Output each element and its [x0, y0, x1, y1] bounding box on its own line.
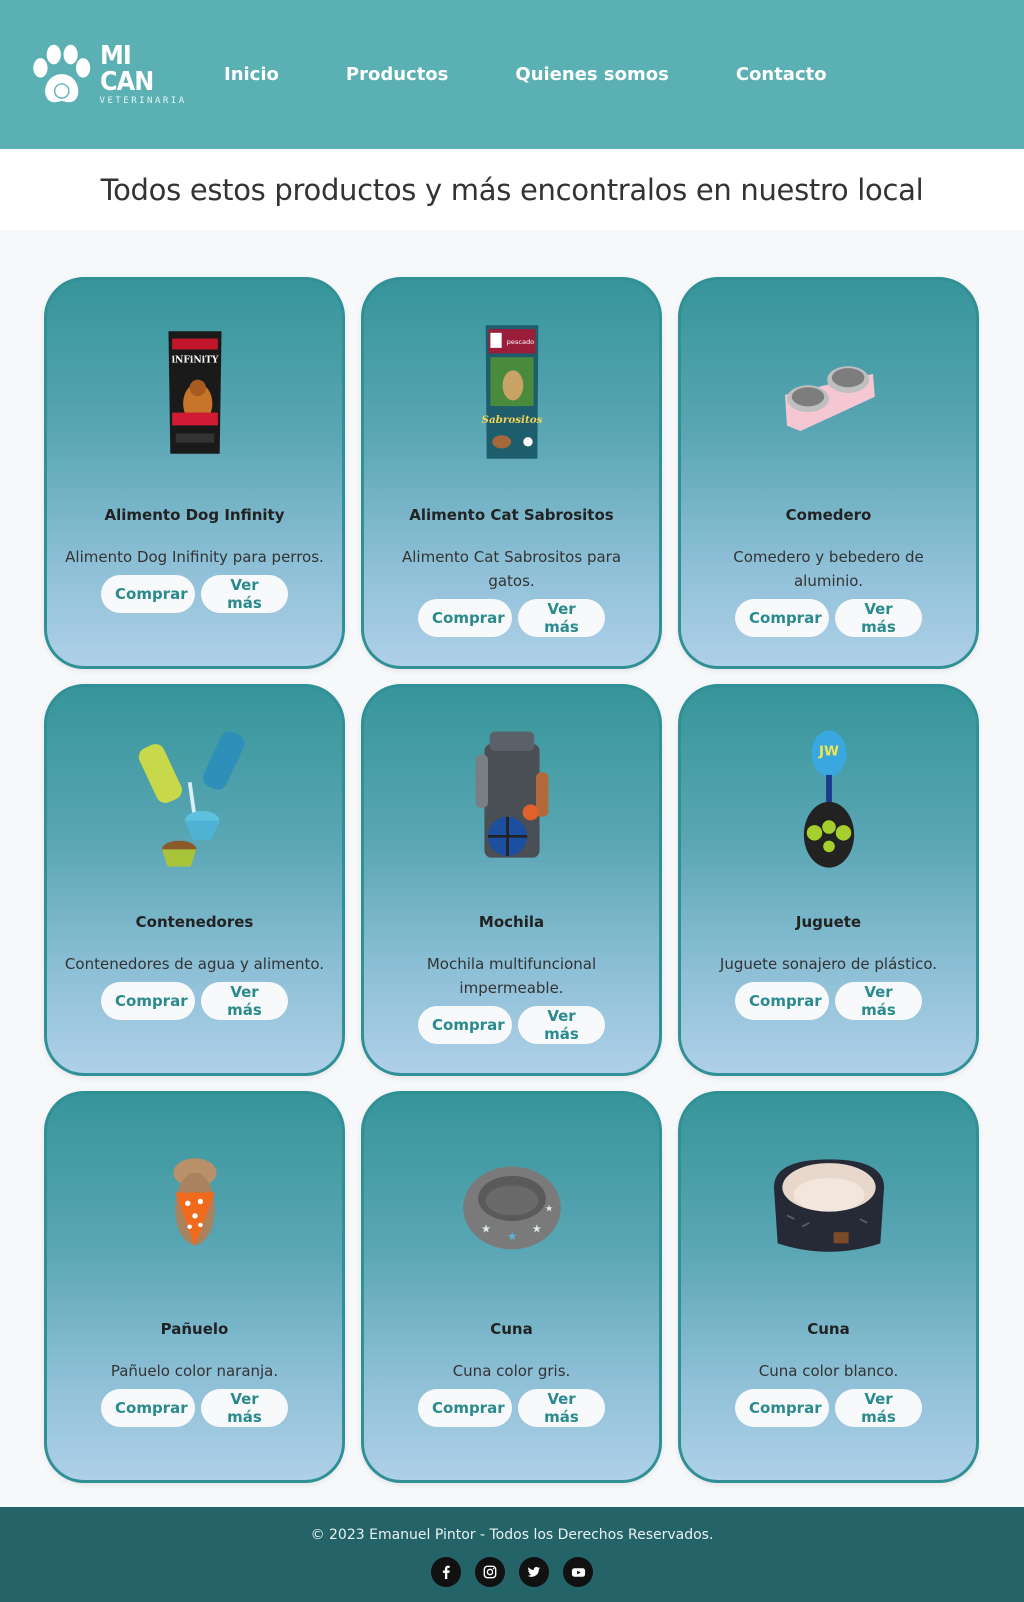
- product-title: Cuna: [490, 1320, 533, 1338]
- product-title: Contenedores: [135, 913, 254, 931]
- see-more-button[interactable]: Ver más: [835, 1389, 922, 1427]
- product-description: Cuna color gris.: [452, 1362, 571, 1380]
- svg-text:★: ★: [531, 1222, 541, 1235]
- nav-contacto[interactable]: Contacto: [736, 64, 827, 85]
- product-description: Comedero y bebedero de aluminio.: [733, 548, 924, 590]
- product-card: Pañuelo Pañuelo color naranja. Comprar V…: [44, 1091, 345, 1483]
- facebook-icon[interactable]: [431, 1557, 461, 1587]
- buy-button[interactable]: Comprar: [735, 599, 829, 637]
- gray-bed-icon: ★ ★ ★ ★: [432, 1128, 592, 1283]
- see-more-button[interactable]: Ver más: [201, 1389, 288, 1427]
- page-title: Todos estos productos y más encontralos …: [100, 172, 924, 207]
- header: MI CAN VETERINARIA Inicio Productos Quie…: [0, 0, 1024, 149]
- product-card: pescado Sabrositos Alimento Cat Sabrosit…: [361, 277, 662, 669]
- svg-text:★: ★: [544, 1203, 552, 1214]
- product-card: ★ ★ ★ ★ Cuna Cuna color gris. Comprar Ve…: [361, 1091, 662, 1483]
- product-card: Comedero Comedero y bebedero de aluminio…: [678, 277, 979, 669]
- product-grid: iNFiNiTY Alimento Dog Infinity Alimento …: [44, 277, 979, 1483]
- double-bowl-icon: [749, 314, 909, 469]
- product-description: Alimento Dog Inifinity para perros.: [65, 548, 324, 566]
- nav-quienes-somos[interactable]: Quienes somos: [515, 64, 668, 85]
- backpack-icon: [432, 721, 592, 876]
- twitter-icon[interactable]: [519, 1557, 549, 1587]
- svg-text:iNFiNiTY: iNFiNiTY: [171, 354, 218, 365]
- brand-tagline: VETERINARIA: [99, 96, 187, 106]
- see-more-button[interactable]: Ver más: [201, 575, 288, 613]
- instagram-icon[interactable]: [475, 1557, 505, 1587]
- see-more-button[interactable]: Ver más: [201, 982, 288, 1020]
- product-card: iNFiNiTY Alimento Dog Infinity Alimento …: [44, 277, 345, 669]
- product-card: Cuna Cuna color blanco. Comprar Ver más: [678, 1091, 979, 1483]
- buy-button[interactable]: Comprar: [735, 1389, 829, 1427]
- footer: © 2023 Emanuel Pintor - Todos los Derech…: [0, 1507, 1024, 1602]
- product-description: Mochila multifuncional impermeable.: [426, 955, 597, 997]
- main-nav: Inicio Productos Quienes somos Contacto: [224, 64, 894, 85]
- svg-text:★: ★: [507, 1229, 517, 1242]
- dog-food-bag-icon: iNFiNiTY: [115, 314, 275, 469]
- buy-button[interactable]: Comprar: [101, 1389, 195, 1427]
- containers-icon: [115, 721, 275, 876]
- white-bed-icon: [749, 1128, 909, 1283]
- nav-inicio[interactable]: Inicio: [224, 64, 279, 85]
- see-more-button[interactable]: Ver más: [518, 1389, 605, 1427]
- product-title: Juguete: [795, 913, 862, 931]
- buy-button[interactable]: Comprar: [418, 1006, 512, 1044]
- youtube-icon[interactable]: [563, 1557, 593, 1587]
- svg-text:Sabrositos: Sabrositos: [481, 414, 542, 426]
- buy-button[interactable]: Comprar: [101, 575, 195, 613]
- toy-ball-icon: JW: [749, 721, 909, 876]
- product-title: Pañuelo: [160, 1320, 229, 1338]
- brand-name: MI CAN: [99, 41, 154, 97]
- social-links: [431, 1557, 593, 1587]
- product-title: Alimento Cat Sabrositos: [409, 506, 614, 524]
- svg-text:JW: JW: [818, 743, 839, 759]
- cat-food-bag-icon: pescado Sabrositos: [432, 314, 592, 469]
- nav-productos[interactable]: Productos: [346, 64, 449, 85]
- bandana-icon: [115, 1128, 275, 1283]
- svg-text:★: ★: [480, 1222, 490, 1235]
- product-card: Contenedores Contenedores de agua y alim…: [44, 684, 345, 1076]
- product-description: Pañuelo color naranja.: [110, 1362, 279, 1380]
- page-heading: Todos estos productos y más encontralos …: [0, 149, 1024, 230]
- svg-text:pescado: pescado: [506, 338, 533, 346]
- product-card: JW Juguete Juguete sonajero de plástico.…: [678, 684, 979, 1076]
- product-description: Alimento Cat Sabrositos para gatos.: [401, 548, 622, 590]
- product-title: Mochila: [478, 913, 545, 931]
- see-more-button[interactable]: Ver más: [518, 1006, 605, 1044]
- logo[interactable]: MI CAN VETERINARIA: [28, 40, 188, 110]
- buy-button[interactable]: Comprar: [418, 599, 512, 637]
- product-title: Alimento Dog Infinity: [104, 506, 285, 524]
- product-title: Cuna: [807, 1320, 850, 1338]
- product-description: Contenedores de agua y alimento.: [64, 955, 325, 973]
- product-title: Comedero: [785, 506, 872, 524]
- paw-logo-icon: [33, 44, 91, 102]
- see-more-button[interactable]: Ver más: [518, 599, 605, 637]
- product-description: Cuna color blanco.: [758, 1362, 899, 1380]
- product-description: Juguete sonajero de plástico.: [719, 955, 938, 973]
- buy-button[interactable]: Comprar: [101, 982, 195, 1020]
- product-card: Mochila Mochila multifuncional impermeab…: [361, 684, 662, 1076]
- copyright-text: © 2023 Emanuel Pintor - Todos los Derech…: [310, 1527, 714, 1543]
- see-more-button[interactable]: Ver más: [835, 599, 922, 637]
- see-more-button[interactable]: Ver más: [835, 982, 922, 1020]
- buy-button[interactable]: Comprar: [418, 1389, 512, 1427]
- buy-button[interactable]: Comprar: [735, 982, 829, 1020]
